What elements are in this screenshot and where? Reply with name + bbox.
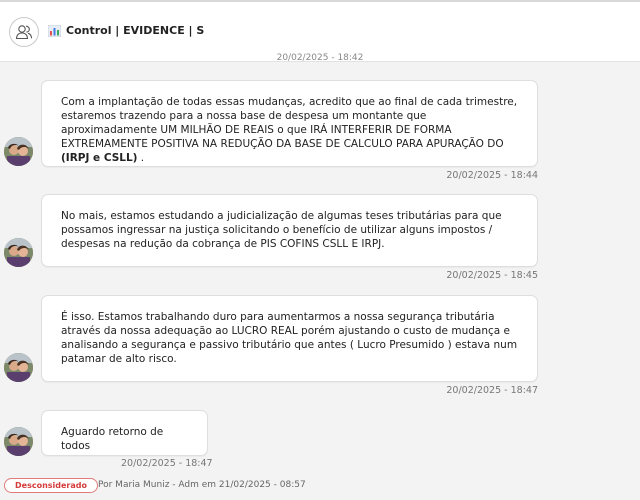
users-icon [15,25,33,40]
date-separator: 20/02/2025 - 18:42 [276,53,364,63]
sender-avatar[interactable] [4,238,33,267]
avatar-photo-icon [4,238,33,267]
message-text: No mais, estamos estudando a judicializa… [61,210,502,250]
message-bubble[interactable]: É isso. Estamos trabalhando duro para au… [41,295,538,382]
message-text: É isso. Estamos trabalhando duro para au… [61,311,518,365]
group-avatar[interactable] [9,17,39,47]
message-bubble[interactable]: Com a implantação de todas essas mudança… [41,80,538,167]
sender-avatar[interactable] [4,353,33,382]
sender-avatar[interactable] [4,137,33,166]
message-bubble[interactable]: Aguardo retorno de todos [41,410,208,456]
message-text: Aguardo retorno de todos [61,426,164,452]
message-text-end: . [137,152,145,164]
status-by-line: Por Maria Muniz - Adm em 21/02/2025 - 08… [98,480,306,490]
chat-title-text: Control | EVIDENCE | S [66,24,205,37]
status-badge: Desconsiderado [4,478,98,493]
sender-avatar[interactable] [4,427,33,456]
message-bubble[interactable]: No mais, estamos estudando a judicializa… [41,194,538,267]
message-text: Com a implantação de todas essas mudança… [61,96,518,150]
avatar-photo-icon [4,137,33,166]
message-timestamp: 20/02/2025 - 18:47 [446,385,538,396]
message-timestamp: 20/02/2025 - 18:45 [446,270,538,281]
avatar-photo-icon [4,353,33,382]
message-timestamp: 20/02/2025 - 18:47 [121,458,213,469]
bar-chart-emoji-icon [48,24,61,37]
avatar-photo-icon [4,427,33,456]
chat-title[interactable]: Control | EVIDENCE | S [48,24,204,37]
message-text-bold: (IRPJ e CSLL) [61,152,138,164]
message-timestamp: 20/02/2025 - 18:44 [446,170,538,181]
